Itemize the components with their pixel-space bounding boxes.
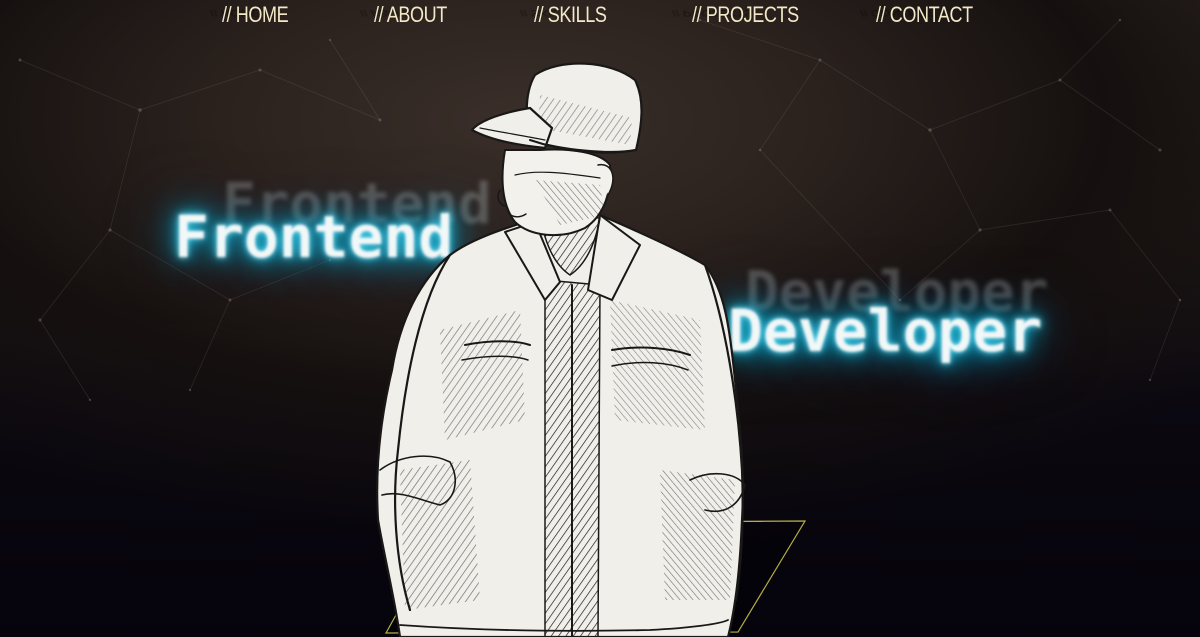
sketched-man-icon (376, 62, 746, 637)
nav-link-home[interactable]: // HOME (222, 2, 289, 28)
main-navigation: // HOME // ABOUT // SKILLS // PROJECTS /… (0, 0, 1200, 40)
nav-link-skills[interactable]: // SKILLS (534, 2, 607, 28)
nav-link-contact[interactable]: // CONTACT (876, 2, 973, 28)
nav-link-about[interactable]: // ABOUT (374, 2, 447, 28)
hero-section: Frontend Developer Frontend Developer //… (0, 0, 1200, 637)
nav-link-projects[interactable]: // PROJECTS (692, 2, 799, 28)
